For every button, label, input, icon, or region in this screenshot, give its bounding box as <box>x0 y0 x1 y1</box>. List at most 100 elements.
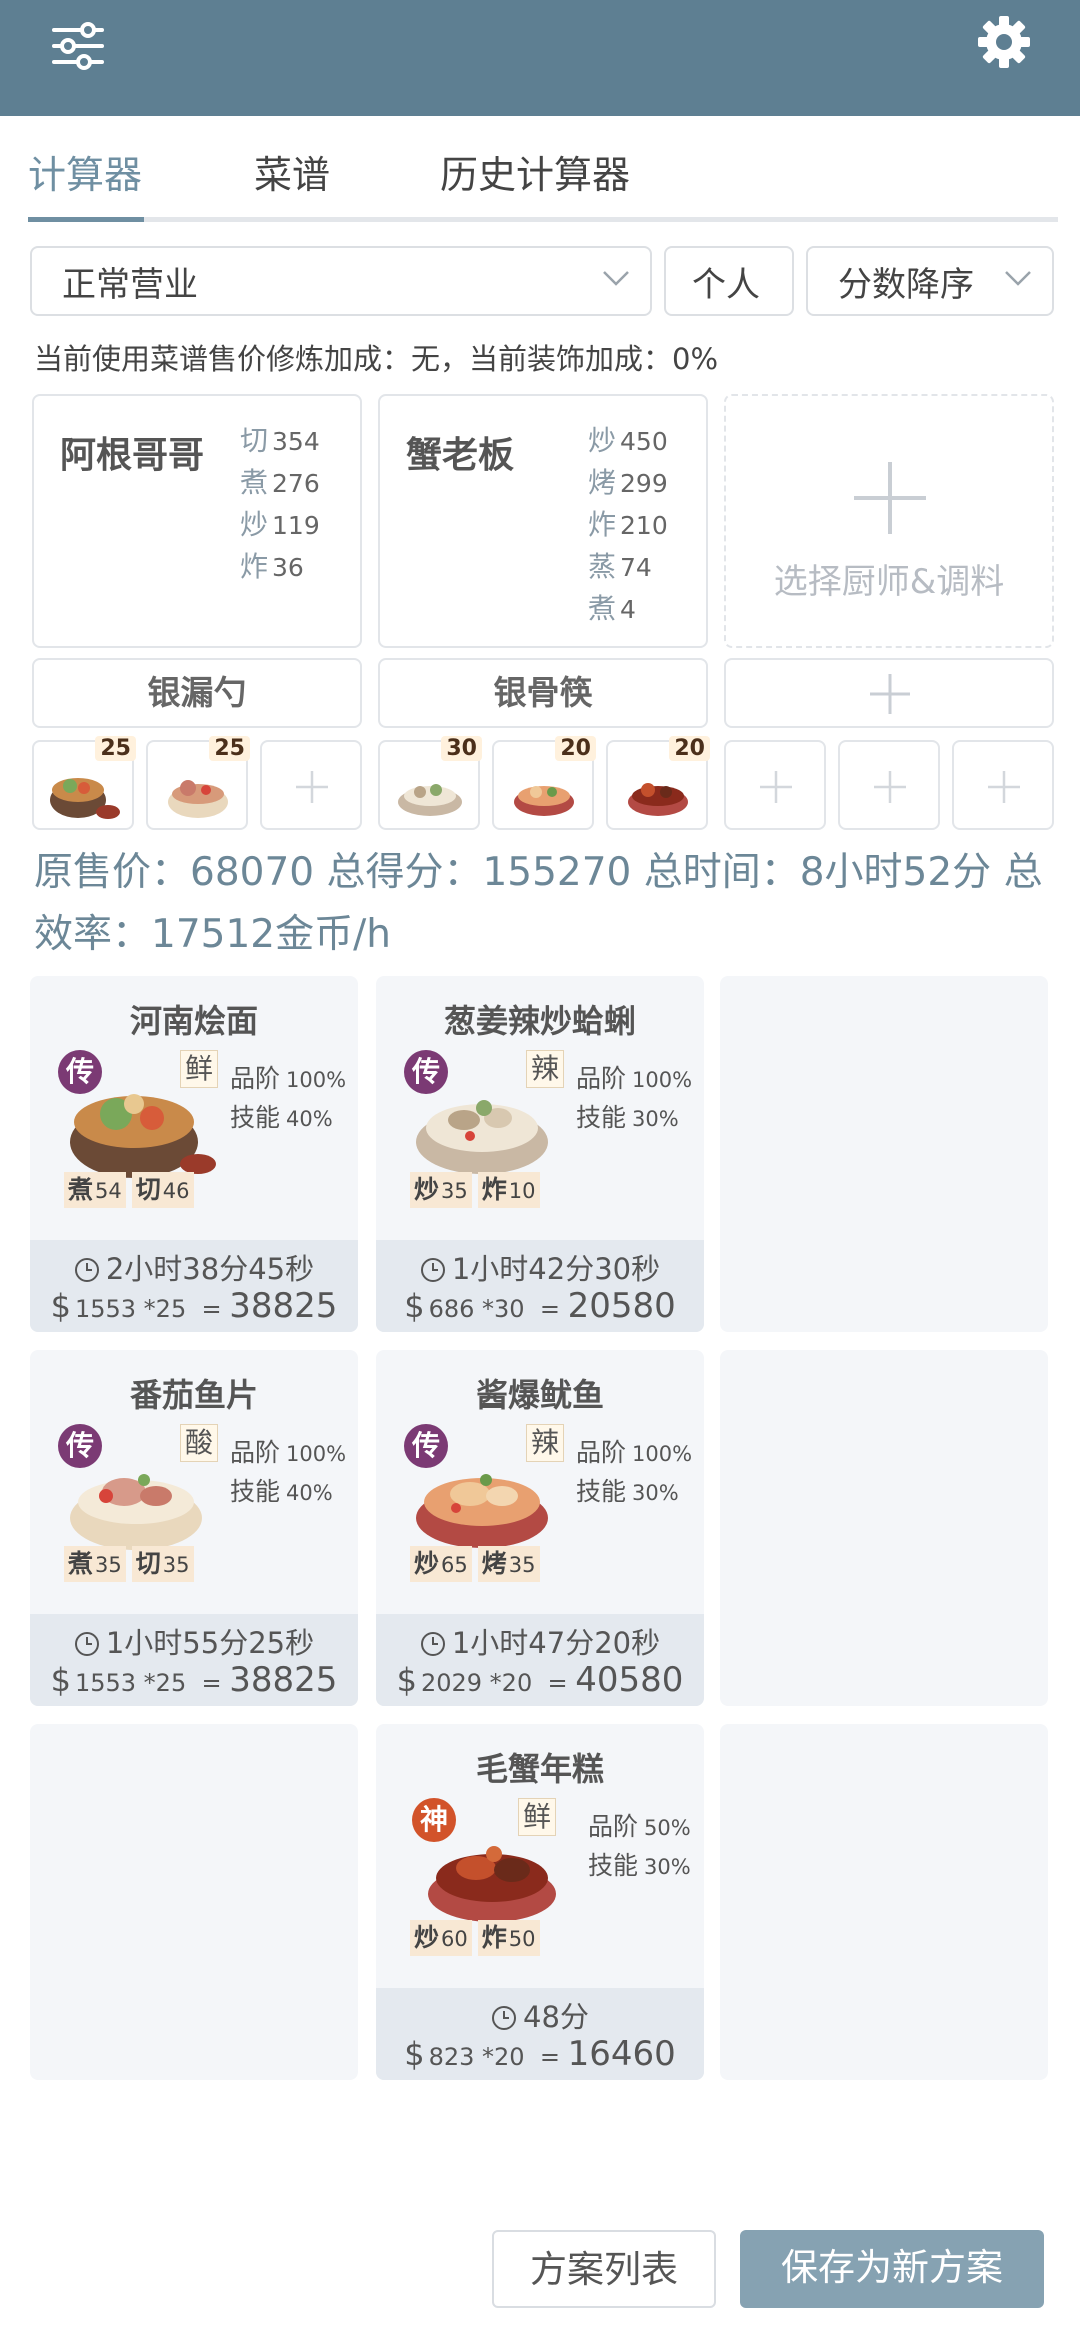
equip-slot[interactable]: 银漏勺 <box>32 658 362 728</box>
equip-slot[interactable]: 银骨筷 <box>378 658 708 728</box>
cook-time: 1小时42分30秒 <box>376 1246 704 1288</box>
mode-select[interactable]: 正常营业 <box>30 246 652 316</box>
recipe-slot-empty[interactable] <box>260 740 362 830</box>
dish-title: 番茄鱼片 <box>129 1376 258 1414</box>
dish-props: 品阶 100% 技能 30% <box>576 1060 692 1138</box>
requirement: 切46 <box>131 1172 194 1208</box>
price: 1553 <box>74 1295 137 1323</box>
scope-button[interactable]: 个人 <box>664 246 794 316</box>
recipe-slot[interactable]: 20 <box>606 736 710 830</box>
requirement-value: 65 <box>441 1553 468 1577</box>
grade-value: 100% <box>632 1442 693 1466</box>
cook-time-value: 1小时42分30秒 <box>451 1252 661 1286</box>
skill-value: 276 <box>272 469 320 498</box>
gear-icon[interactable] <box>974 12 1034 72</box>
price: 686 <box>428 1295 475 1323</box>
dollar-icon: $ <box>396 1661 417 1699</box>
requirement: 炸10 <box>477 1172 540 1208</box>
dish-income: $1553 *25 = 38825 <box>30 1660 358 1700</box>
dish-title: 葱姜辣炒蛤蜊 <box>443 1002 636 1040</box>
save-plan-button[interactable]: 保存为新方案 <box>740 2230 1044 2308</box>
rank-badge: 传 <box>58 1050 102 1094</box>
dish-card-empty[interactable] <box>720 1350 1048 1706</box>
skill-label: 技能 <box>230 1477 281 1506</box>
tab-recipes[interactable]: 菜谱 <box>254 144 330 216</box>
flavor-tag: 鲜 <box>518 1798 557 1836</box>
cook-time: 1小时47分20秒 <box>376 1620 704 1662</box>
requirement-type: 烤 <box>481 1549 507 1578</box>
tab-calculator[interactable]: 计算器 <box>28 144 142 216</box>
skill-label: 技能 <box>576 1477 627 1506</box>
recipe-slot-empty[interactable] <box>838 740 940 830</box>
skill-type: 煮 <box>588 592 617 625</box>
chef-skills: 切 354 煮 276 炒 119 炸 36 <box>240 420 320 588</box>
recipe-count: 25 <box>95 736 136 761</box>
chef-card[interactable]: 蟹老板 炒 450 烤 299 炸 210 蒸 74 煮4 <box>378 394 708 648</box>
plus-icon <box>854 462 926 534</box>
dish-income: $686 *30 = 20580 <box>376 1286 704 1326</box>
skill-value: 36 <box>272 553 304 582</box>
mode-select-value: 正常营业 <box>62 264 198 305</box>
plus-icon <box>760 771 792 803</box>
recipe-slot[interactable]: 20 <box>492 736 596 830</box>
dish-card[interactable]: 河南烩面 传 鲜 品阶 100% 技能 40% 煮54 切46 2小时38分45秒 $… <box>30 976 358 1332</box>
requirement-type: 切 <box>135 1175 161 1204</box>
skill-type: 蒸 <box>588 550 617 583</box>
dish-icon <box>628 783 688 816</box>
dish-footer: 48分 $823 *20 = 16460 <box>376 1988 704 2080</box>
dish-footer: 1小时55分25秒 $1553 *25 = 38825 <box>30 1614 358 1706</box>
total: 16460 <box>567 2034 676 2074</box>
requirement: 煮54 <box>64 1172 126 1208</box>
dish-card-empty[interactable] <box>30 1724 358 2080</box>
requirement: 炒60 <box>410 1920 472 1956</box>
recipe-slot-empty[interactable] <box>952 740 1054 830</box>
dish-card[interactable]: 葱姜辣炒蛤蜊 传 辣 品阶 100% 技能 30% 炒35 炸10 1小时42分30秒… <box>376 976 704 1332</box>
skill-value: 74 <box>620 553 652 582</box>
dish-card-empty[interactable] <box>720 976 1048 1332</box>
scope-value: 个人 <box>692 264 760 305</box>
recipe-slot[interactable]: 25 <box>146 736 250 830</box>
dollar-icon: $ <box>50 1661 71 1699</box>
plus-icon <box>296 771 328 803</box>
dish-card-empty[interactable] <box>720 1724 1048 2080</box>
clock-icon <box>420 1632 445 1656</box>
dish-card[interactable]: 酱爆鱿鱼 传 辣 品阶 100% 技能 30% 炒65 烤35 1小时47分20秒 $… <box>376 1350 704 1706</box>
dish-title: 毛蟹年糕 <box>475 1750 604 1788</box>
skill-label: 技能 <box>576 1103 627 1132</box>
requirement-value: 60 <box>441 1927 468 1951</box>
cook-time-value: 1小时47分20秒 <box>451 1626 661 1660</box>
tab-history-calculator[interactable]: 历史计算器 <box>440 144 630 216</box>
dish-card[interactable]: 番茄鱼片 传 酸 品阶 100% 技能 40% 煮35 切35 1小时55分25秒 $… <box>30 1350 358 1706</box>
skill-requirements: 炒65 烤35 <box>410 1546 546 1582</box>
chef-card[interactable]: 阿根哥哥 切 354 煮 276 炒 119 炸 36 <box>32 394 362 648</box>
sliders-icon[interactable] <box>50 18 106 74</box>
dish-card[interactable]: 毛蟹年糕 神 鲜 品阶 50% 技能 30% 炒60 炸50 48分 $823 *20… <box>376 1724 704 2080</box>
recipe-slot[interactable]: 30 <box>378 736 482 830</box>
select-chef-slot[interactable]: 选择厨师&调料 <box>724 394 1054 648</box>
recipe-slot-empty[interactable] <box>724 740 826 830</box>
requirement: 煮35 <box>64 1546 126 1582</box>
app-header <box>0 0 1080 116</box>
plan-list-button[interactable]: 方案列表 <box>492 2230 716 2308</box>
requirement-type: 炒 <box>414 1923 440 1952</box>
grade-value: 100% <box>286 1068 347 1092</box>
skill-value: 4 <box>620 595 636 624</box>
rank-badge: 传 <box>404 1424 448 1468</box>
requirement-value: 54 <box>95 1179 122 1203</box>
cook-time: 2小时38分45秒 <box>30 1246 358 1288</box>
sort-select[interactable]: 分数降序 <box>806 246 1054 316</box>
skill-value: 299 <box>620 469 668 498</box>
recipe-slot[interactable]: 25 <box>32 736 136 830</box>
flavor-tag: 酸 <box>180 1424 219 1462</box>
skill-value: 30% <box>632 1107 679 1131</box>
skill-type: 煮 <box>240 466 269 499</box>
flavor-tag: 辣 <box>526 1424 565 1462</box>
chef-name: 阿根哥哥 <box>60 435 205 476</box>
dish-footer: 2小时38分45秒 $1553 *25 = 38825 <box>30 1240 358 1332</box>
equip-slot-empty[interactable] <box>724 658 1054 728</box>
skill-value: 30% <box>644 1855 691 1879</box>
skill-value: 30% <box>632 1481 679 1505</box>
select-chef-label: 选择厨师&调料 <box>773 562 1005 602</box>
grade-value: 50% <box>644 1816 691 1840</box>
skill-type: 炸 <box>240 550 269 583</box>
